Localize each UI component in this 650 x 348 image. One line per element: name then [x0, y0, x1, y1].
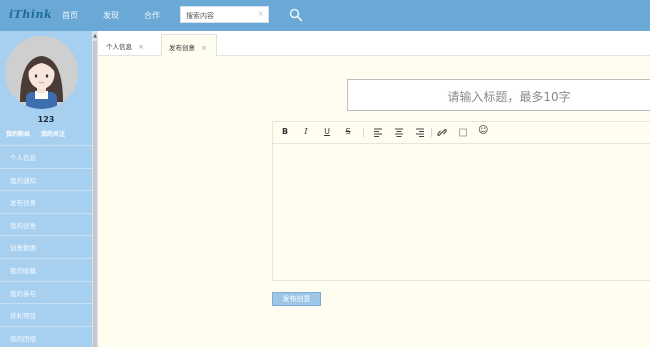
close-icon[interactable]: × [138, 43, 144, 51]
italic-icon[interactable]: I [301, 127, 311, 136]
avatar-illustration [5, 36, 78, 109]
strikethrough-icon[interactable]: S [343, 127, 353, 136]
username: 123 [37, 115, 55, 124]
nav-cooperate[interactable]: 合作 [144, 10, 160, 21]
link-icon[interactable] [437, 128, 447, 137]
search-input-value: 搜索内容 [186, 12, 214, 20]
nav-discover[interactable]: 发现 [103, 10, 119, 21]
editor-toolbar: B I U S ☺ [273, 122, 650, 144]
close-icon[interactable]: × [201, 44, 207, 52]
sidebar-item-notifications[interactable]: 我的通知 [0, 167, 92, 191]
site-logo[interactable]: iThink [9, 8, 52, 21]
align-right-icon[interactable] [415, 128, 425, 137]
top-navbar: iThink 首页 发现 合作 搜索内容 × [0, 0, 650, 31]
tab-publish-idea[interactable]: 发布创意 × [161, 34, 217, 56]
search-input[interactable]: 搜索内容 × [180, 6, 269, 23]
sidebar-item-participation[interactable]: 我的参与 [0, 280, 92, 304]
sidebar-item-profile[interactable]: 个人信息 [0, 145, 92, 168]
underline-icon[interactable]: U [322, 127, 332, 136]
scrollbar-thumb[interactable] [93, 41, 97, 347]
tab-bar: 个人信息 × 发布创意 × [98, 31, 650, 56]
sidebar-item-my-ideas[interactable]: 我的创意 [0, 212, 92, 236]
sidebar-item-publish-idea[interactable]: 发布创意 [0, 190, 92, 213]
tab-label: 个人信息 [106, 43, 132, 51]
emoji-icon[interactable]: ☺ [478, 125, 488, 136]
align-left-icon[interactable] [373, 128, 383, 137]
fans-link[interactable]: 我的粉丝 [6, 129, 30, 138]
bold-icon[interactable]: B [280, 127, 290, 136]
toolbar-divider [363, 128, 364, 137]
sidebar-scrollbar[interactable]: ▲ [92, 31, 98, 347]
tab-label: 发布创意 [169, 44, 195, 52]
sidebar-item-my-groups[interactable]: 我的团组 [0, 325, 92, 348]
nav-home[interactable]: 首页 [62, 10, 78, 21]
toolbar-divider [431, 128, 432, 137]
image-icon[interactable] [458, 128, 468, 137]
avatar[interactable] [5, 36, 78, 109]
rich-text-editor: B I U S ☺ [272, 121, 650, 281]
sidebar-menu: 个人信息 我的通知 发布创意 我的创意 创意数据 我的收藏 我的参与 获利项目 … [0, 145, 92, 348]
tab-profile[interactable]: 个人信息 × [106, 34, 164, 55]
publish-idea-button[interactable]: 发布创意 [272, 292, 321, 306]
editor-content-area[interactable] [273, 144, 650, 280]
sidebar-item-favorites[interactable]: 我的收藏 [0, 257, 92, 281]
sidebar: 123 我的粉丝 我的关注 个人信息 我的通知 发布创意 我的创意 创意数据 我… [0, 31, 92, 347]
search-icon[interactable] [289, 8, 303, 22]
sidebar-item-idea-data[interactable]: 创意数据 [0, 235, 92, 258]
title-input[interactable]: 请输入标题，最多10字 [347, 79, 650, 111]
sidebar-item-profit-projects[interactable]: 获利项目 [0, 303, 92, 326]
align-center-icon[interactable] [394, 128, 404, 137]
title-placeholder: 请输入标题，最多10字 [447, 90, 571, 104]
following-link[interactable]: 我的关注 [41, 129, 65, 138]
search-clear-icon[interactable]: × [257, 9, 264, 18]
